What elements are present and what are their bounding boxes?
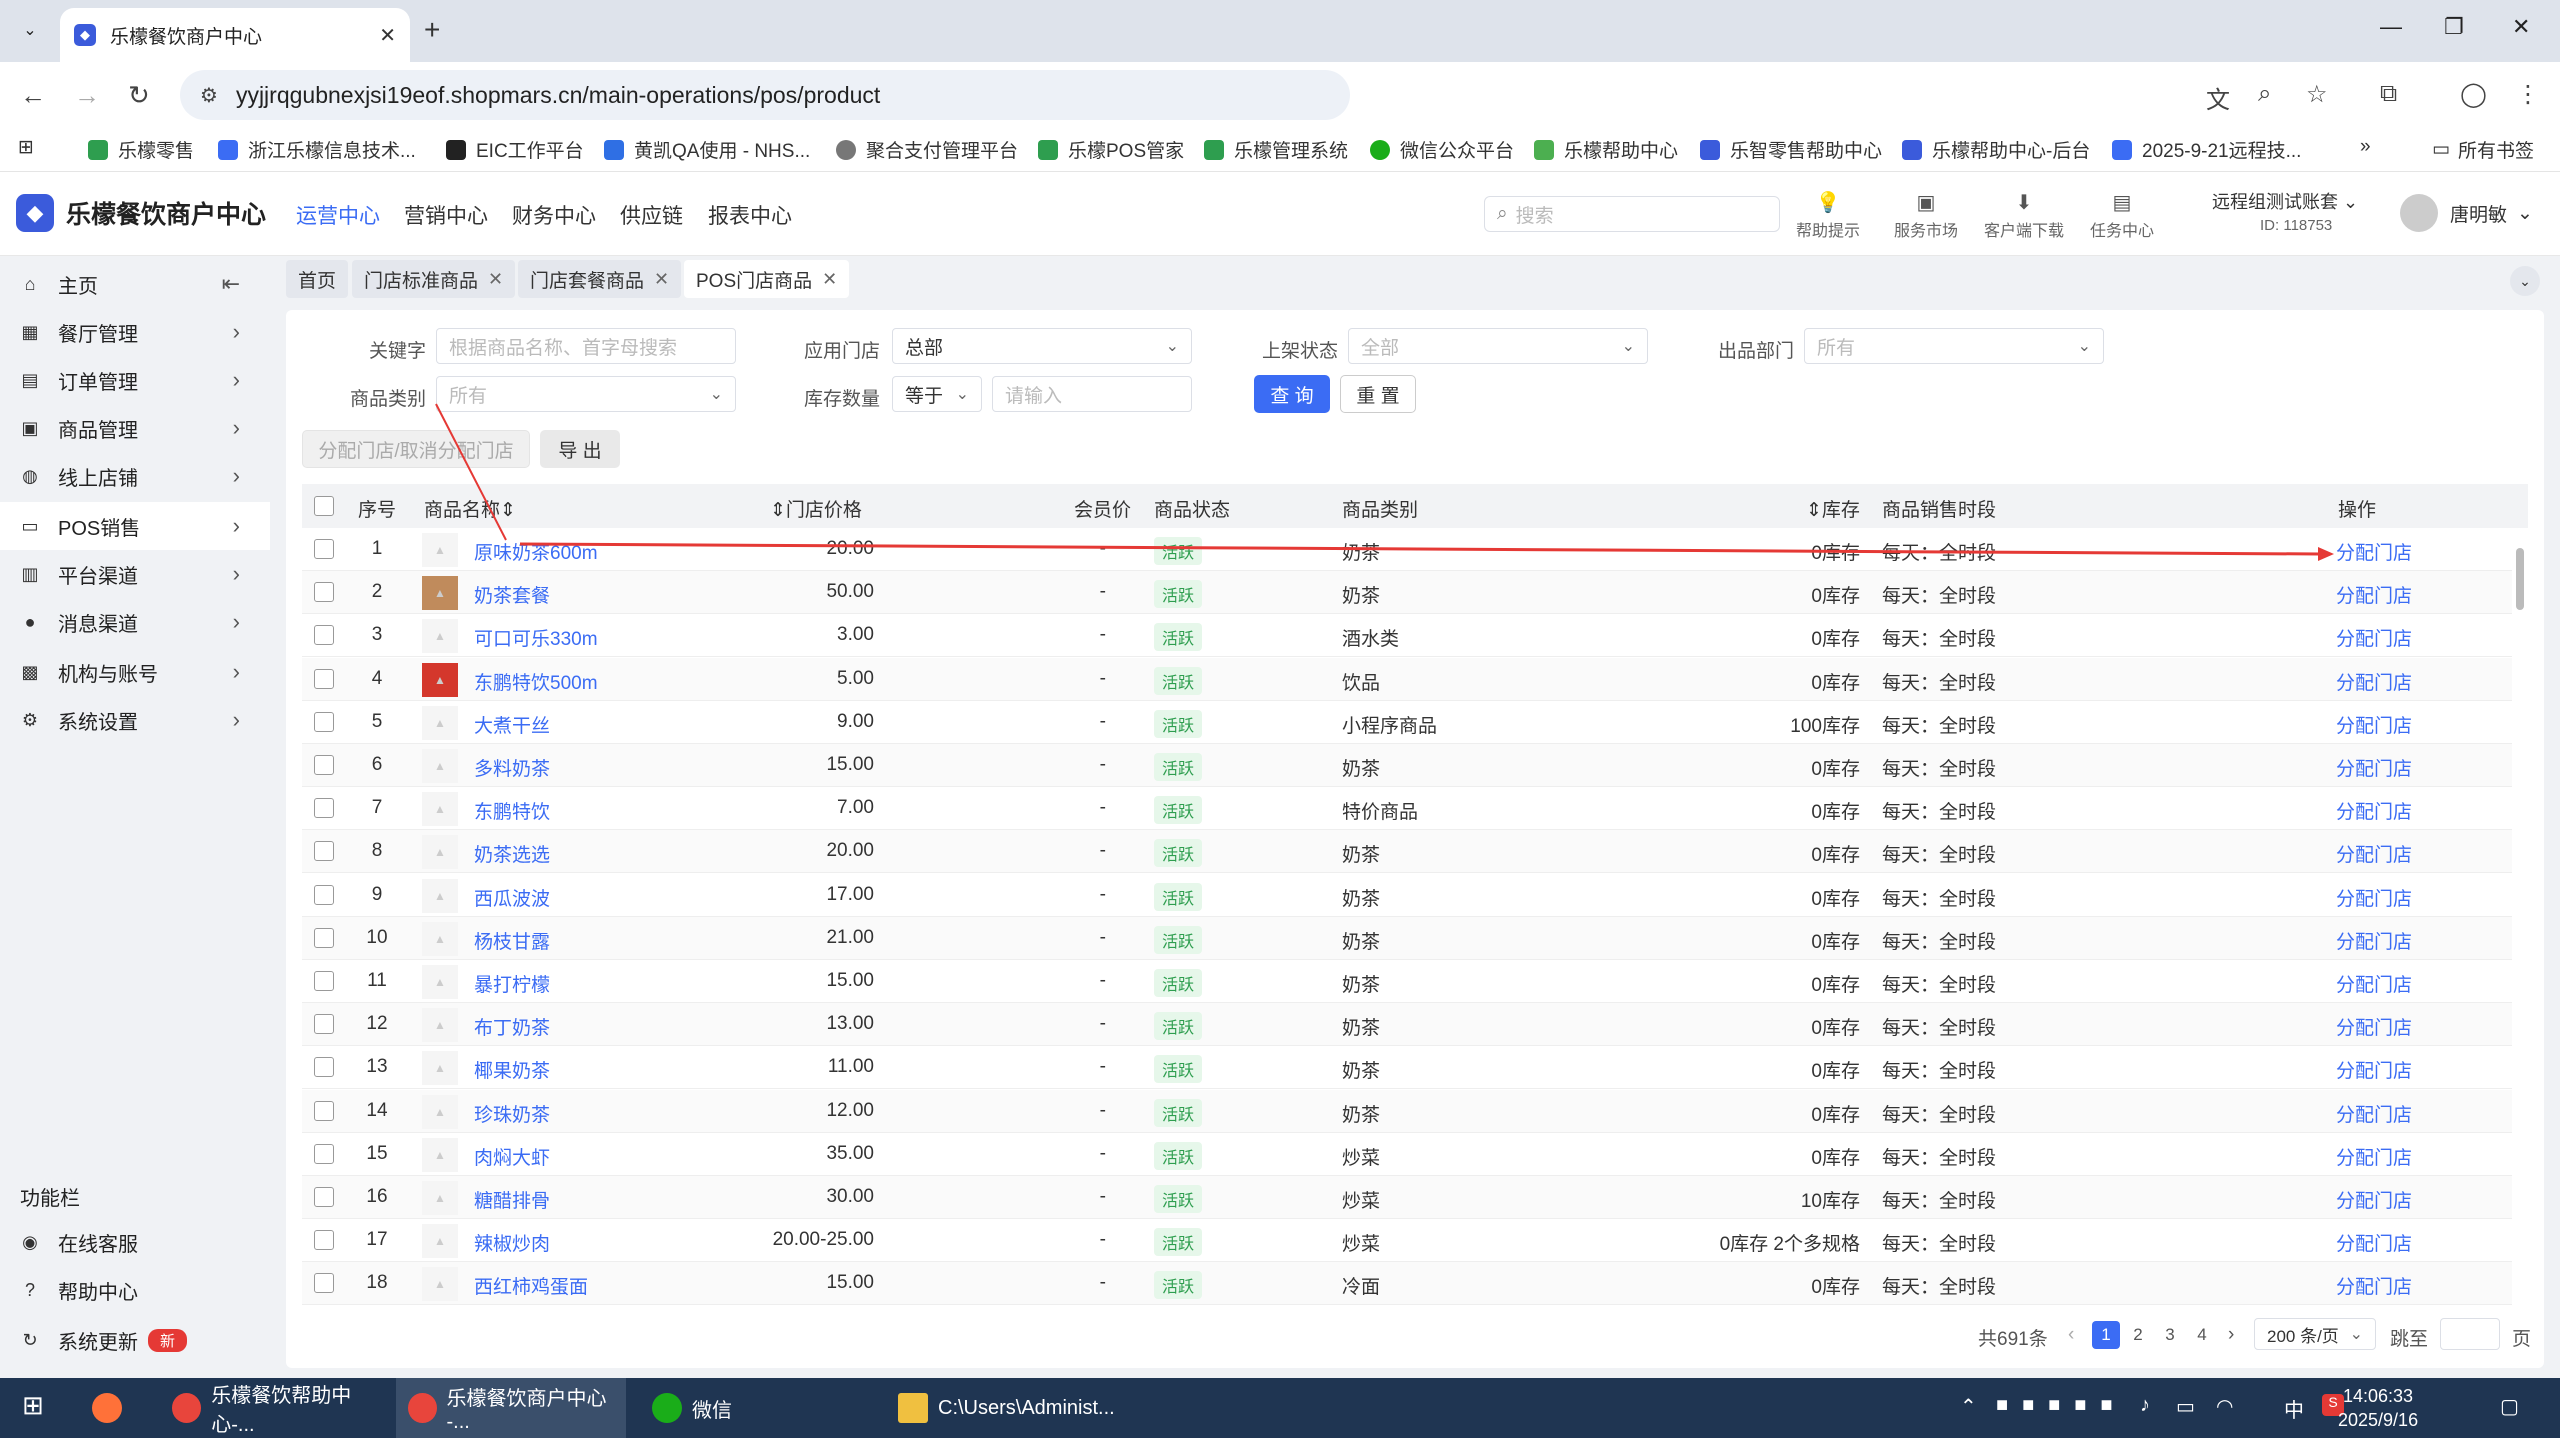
taskbar-explorer[interactable]: C:\Users\Administ... <box>886 1378 1136 1438</box>
taskbar-firefox[interactable] <box>92 1378 132 1438</box>
folder-icon <box>898 1393 928 1423</box>
wechat-icon <box>652 1393 682 1423</box>
taskbar-chrome-help[interactable]: 乐檬餐饮帮助中心-... <box>160 1378 390 1438</box>
taskbar-wechat[interactable]: 微信 <box>640 1378 870 1438</box>
battery-icon[interactable]: ▭ <box>2176 1394 2195 1419</box>
firefox-icon <box>92 1393 122 1423</box>
chrome-icon <box>172 1393 202 1423</box>
windows-start-icon[interactable]: ⊞ <box>22 1390 44 1421</box>
tray-expand-icon[interactable]: ⌃ <box>1960 1394 1977 1419</box>
notification-icon[interactable]: ▢ <box>2500 1394 2519 1419</box>
annotation-arrow <box>435 403 2334 561</box>
system-clock[interactable]: 14:06:33 2025/9/16 <box>2338 1384 2418 1432</box>
taskbar-chrome-merchant[interactable]: 乐檬餐饮商户中心 -... <box>396 1378 626 1438</box>
chrome-icon <box>408 1393 437 1423</box>
wifi-icon[interactable]: ◠ <box>2216 1394 2233 1419</box>
windows-taskbar: ⊞ 乐檬餐饮帮助中心-... 乐檬餐饮商户中心 -... 微信 C:\Users… <box>0 1378 2560 1438</box>
volume-icon[interactable]: ♪ <box>2140 1394 2150 1417</box>
tray-app-icons[interactable]: ■■■■■ <box>1996 1394 2126 1417</box>
ime-indicator[interactable]: 中 <box>2284 1394 2304 1423</box>
